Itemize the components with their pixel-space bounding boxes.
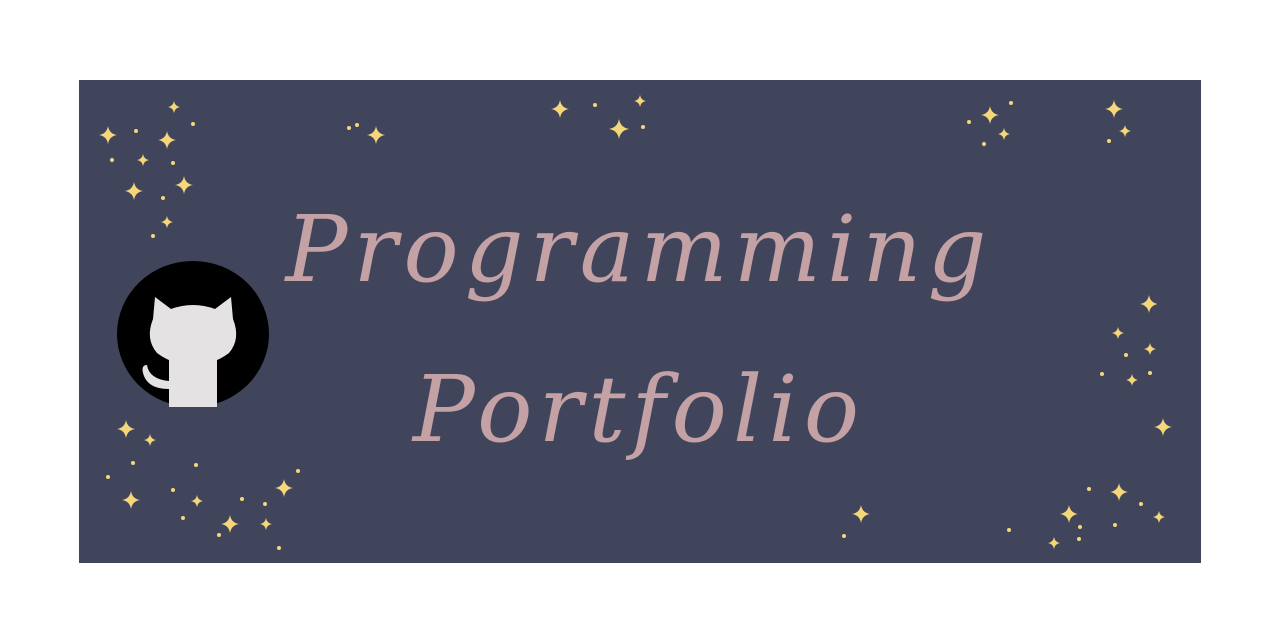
sparkle-star-icon <box>1113 523 1117 527</box>
sparkle-star-icon <box>1077 537 1081 541</box>
sparkle-star-icon <box>981 106 999 124</box>
portfolio-banner: Programming Portfolio <box>79 80 1201 563</box>
sparkle-star-icon <box>1144 343 1156 355</box>
sparkle-star-icon <box>175 176 193 194</box>
sparkle-star-icon <box>99 126 117 144</box>
sparkle-star-icon <box>144 434 156 446</box>
sparkle-star-icon <box>609 119 629 139</box>
sparkle-star-icon <box>171 161 175 165</box>
title-line-portfolio: Portfolio <box>412 356 866 463</box>
title-line-programming: Programming <box>285 196 993 303</box>
sparkle-star-icon <box>181 516 185 520</box>
sparkle-star-icon <box>1148 371 1152 375</box>
sparkle-star-icon <box>1078 525 1082 529</box>
sparkle-star-icon <box>1060 505 1078 523</box>
sparkle-star-icon <box>191 495 203 507</box>
sparkle-star-icon <box>168 101 180 113</box>
sparkle-star-icon <box>151 234 155 238</box>
sparkle-star-icon <box>593 103 597 107</box>
sparkle-star-icon <box>122 491 140 509</box>
sparkle-star-icon <box>194 463 198 467</box>
sparkle-star-icon <box>110 158 114 162</box>
sparkle-star-icon <box>1154 418 1172 436</box>
sparkle-star-icon <box>982 142 986 146</box>
sparkle-star-icon <box>1009 101 1013 105</box>
sparkle-star-icon <box>1100 372 1104 376</box>
sparkle-star-icon <box>1140 295 1158 313</box>
sparkle-star-icon <box>634 95 646 107</box>
sparkle-star-icon <box>1048 537 1060 549</box>
sparkle-star-icon <box>1124 353 1128 357</box>
sparkle-star-icon <box>842 534 846 538</box>
sparkle-star-icon <box>551 100 569 118</box>
sparkle-star-icon <box>967 120 971 124</box>
sparkle-star-icon <box>277 546 281 550</box>
sparkle-star-icon <box>367 126 385 144</box>
sparkle-star-icon <box>191 122 195 126</box>
sparkle-star-icon <box>641 125 645 129</box>
sparkle-star-icon <box>161 196 165 200</box>
sparkle-star-icon <box>240 497 244 501</box>
sparkle-star-icon <box>221 515 239 533</box>
sparkle-star-icon <box>158 131 176 149</box>
sparkle-star-icon <box>260 518 272 530</box>
sparkle-star-icon <box>125 182 143 200</box>
sparkle-star-icon <box>1126 374 1138 386</box>
sparkle-star-icon <box>998 128 1010 140</box>
sparkle-star-icon <box>852 505 870 523</box>
sparkle-star-icon <box>263 502 267 506</box>
sparkle-star-icon <box>1107 139 1111 143</box>
banner-title: Programming Portfolio <box>279 170 999 490</box>
sparkle-star-icon <box>1110 483 1128 501</box>
sparkle-star-icon <box>134 129 138 133</box>
sparkle-star-icon <box>131 461 135 465</box>
sparkle-star-icon <box>171 488 175 492</box>
sparkle-star-icon <box>1153 511 1165 523</box>
sparkle-star-icon <box>347 126 351 130</box>
sparkle-star-icon <box>1119 125 1131 137</box>
sparkle-star-icon <box>217 533 221 537</box>
sparkle-star-icon <box>1139 502 1143 506</box>
sparkle-star-icon <box>137 154 149 166</box>
sparkle-star-icon <box>161 216 173 228</box>
sparkle-star-icon <box>355 123 359 127</box>
sparkle-star-icon <box>106 475 110 479</box>
sparkle-star-icon <box>117 420 135 438</box>
sparkle-star-icon <box>1087 487 1091 491</box>
sparkle-star-icon <box>1007 528 1011 532</box>
sparkle-star-icon <box>1105 100 1123 118</box>
sparkle-star-icon <box>1112 327 1124 339</box>
github-octocat-icon[interactable] <box>117 261 269 407</box>
